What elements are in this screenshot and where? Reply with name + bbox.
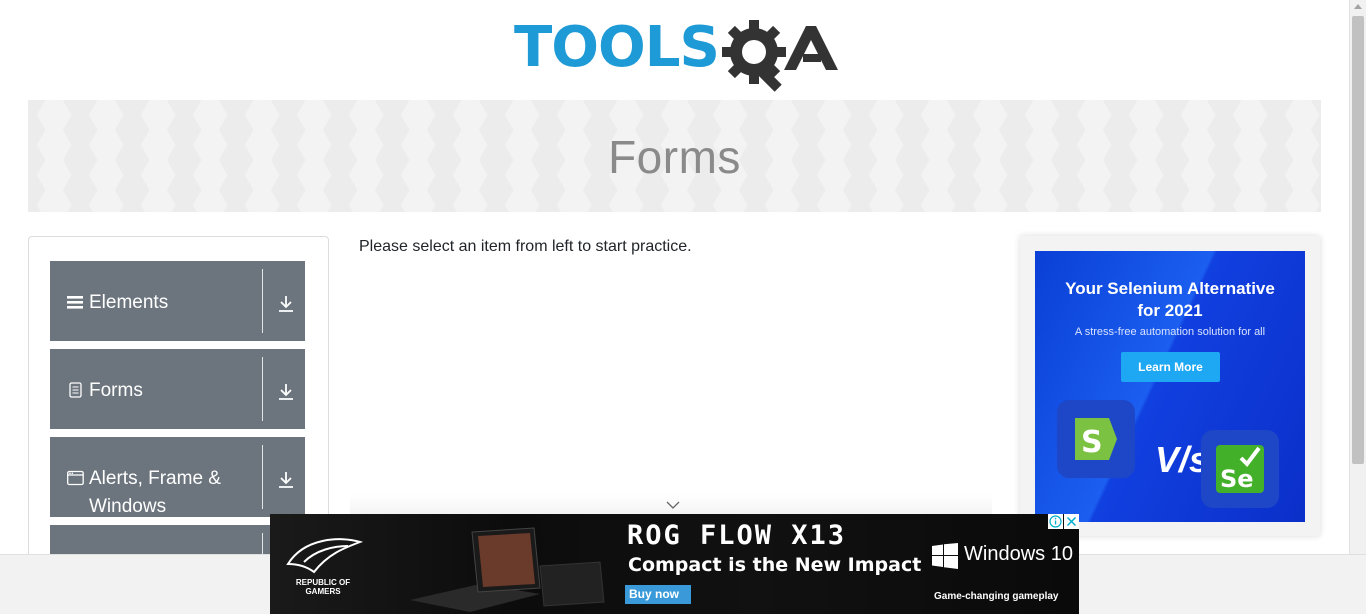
menu-group-elements[interactable]: Elements	[50, 261, 305, 341]
divider	[262, 357, 263, 421]
divider	[262, 445, 263, 509]
page-banner: Forms	[28, 100, 1321, 212]
hamburger-icon	[67, 296, 83, 309]
rog-eye-logo-icon	[286, 538, 364, 574]
svg-text:Se: Se	[1220, 465, 1254, 493]
svg-text:S: S	[1081, 425, 1103, 460]
page: TOOLS Forms Elements Forms Alerts, Frame…	[0, 0, 1366, 614]
learn-more-button[interactable]: Learn More	[1121, 352, 1220, 382]
download-arrow-icon[interactable]	[278, 471, 294, 489]
practice-instruction: Please select an item from left to start…	[359, 238, 692, 255]
menu-group-label: Alerts, Frame & Windows	[89, 468, 221, 517]
download-arrow-icon[interactable]	[278, 383, 294, 401]
windows-logo-icon	[932, 543, 958, 569]
menu-group-forms[interactable]: Forms	[50, 349, 305, 429]
ad-info-icon[interactable]	[1048, 514, 1063, 529]
ad-subline: A stress-free automation solution for al…	[1074, 326, 1266, 338]
selenium-alternative-ad[interactable]: Your Selenium Alternative for 2021 A str…	[1035, 251, 1305, 522]
windows-text: Windows 10	[964, 543, 1073, 565]
vertical-scrollbar[interactable]	[1349, 0, 1366, 554]
window-icon	[67, 470, 84, 486]
menu-group-alerts-frame-windows[interactable]: Alerts, Frame & Windows	[50, 437, 305, 517]
scrollbar-thumb[interactable]	[1352, 16, 1364, 464]
page-title: Forms	[608, 131, 741, 183]
rog-flow-ad[interactable]: REPUBLIC OF GAMERS ROG FLOW X13 Compact …	[270, 514, 1079, 614]
ad-tagline: Game-changing gameplay	[934, 591, 1059, 602]
buy-now-button[interactable]: Buy now	[625, 585, 691, 604]
divider	[262, 269, 263, 333]
ad-close-icon[interactable]	[1064, 514, 1079, 529]
scroll-up-arrow-icon[interactable]	[1354, 4, 1362, 9]
rog-brand-text: REPUBLIC OF GAMERS	[295, 578, 351, 596]
svg-text:TOOLS: TOOLS	[514, 16, 719, 80]
document-icon	[69, 382, 82, 398]
testsigma-logo-icon: S	[1057, 400, 1135, 478]
laptop-image	[410, 527, 605, 612]
ad-title: ROG FLOW X13	[627, 520, 847, 551]
ad-headline: Your Selenium Alternative for 2021	[1065, 279, 1275, 320]
logo-graphic: TOOLS	[514, 15, 838, 92]
menu-group-label: Forms	[89, 380, 143, 401]
toolsqa-logo[interactable]: TOOLS	[514, 15, 838, 92]
chevron-down-icon[interactable]	[666, 500, 680, 510]
ad-subtitle: Compact is the New Impact	[628, 554, 922, 576]
menu-group-label: Elements	[89, 292, 169, 313]
download-arrow-icon[interactable]	[278, 295, 294, 313]
selenium-logo-icon: Se	[1201, 430, 1279, 508]
